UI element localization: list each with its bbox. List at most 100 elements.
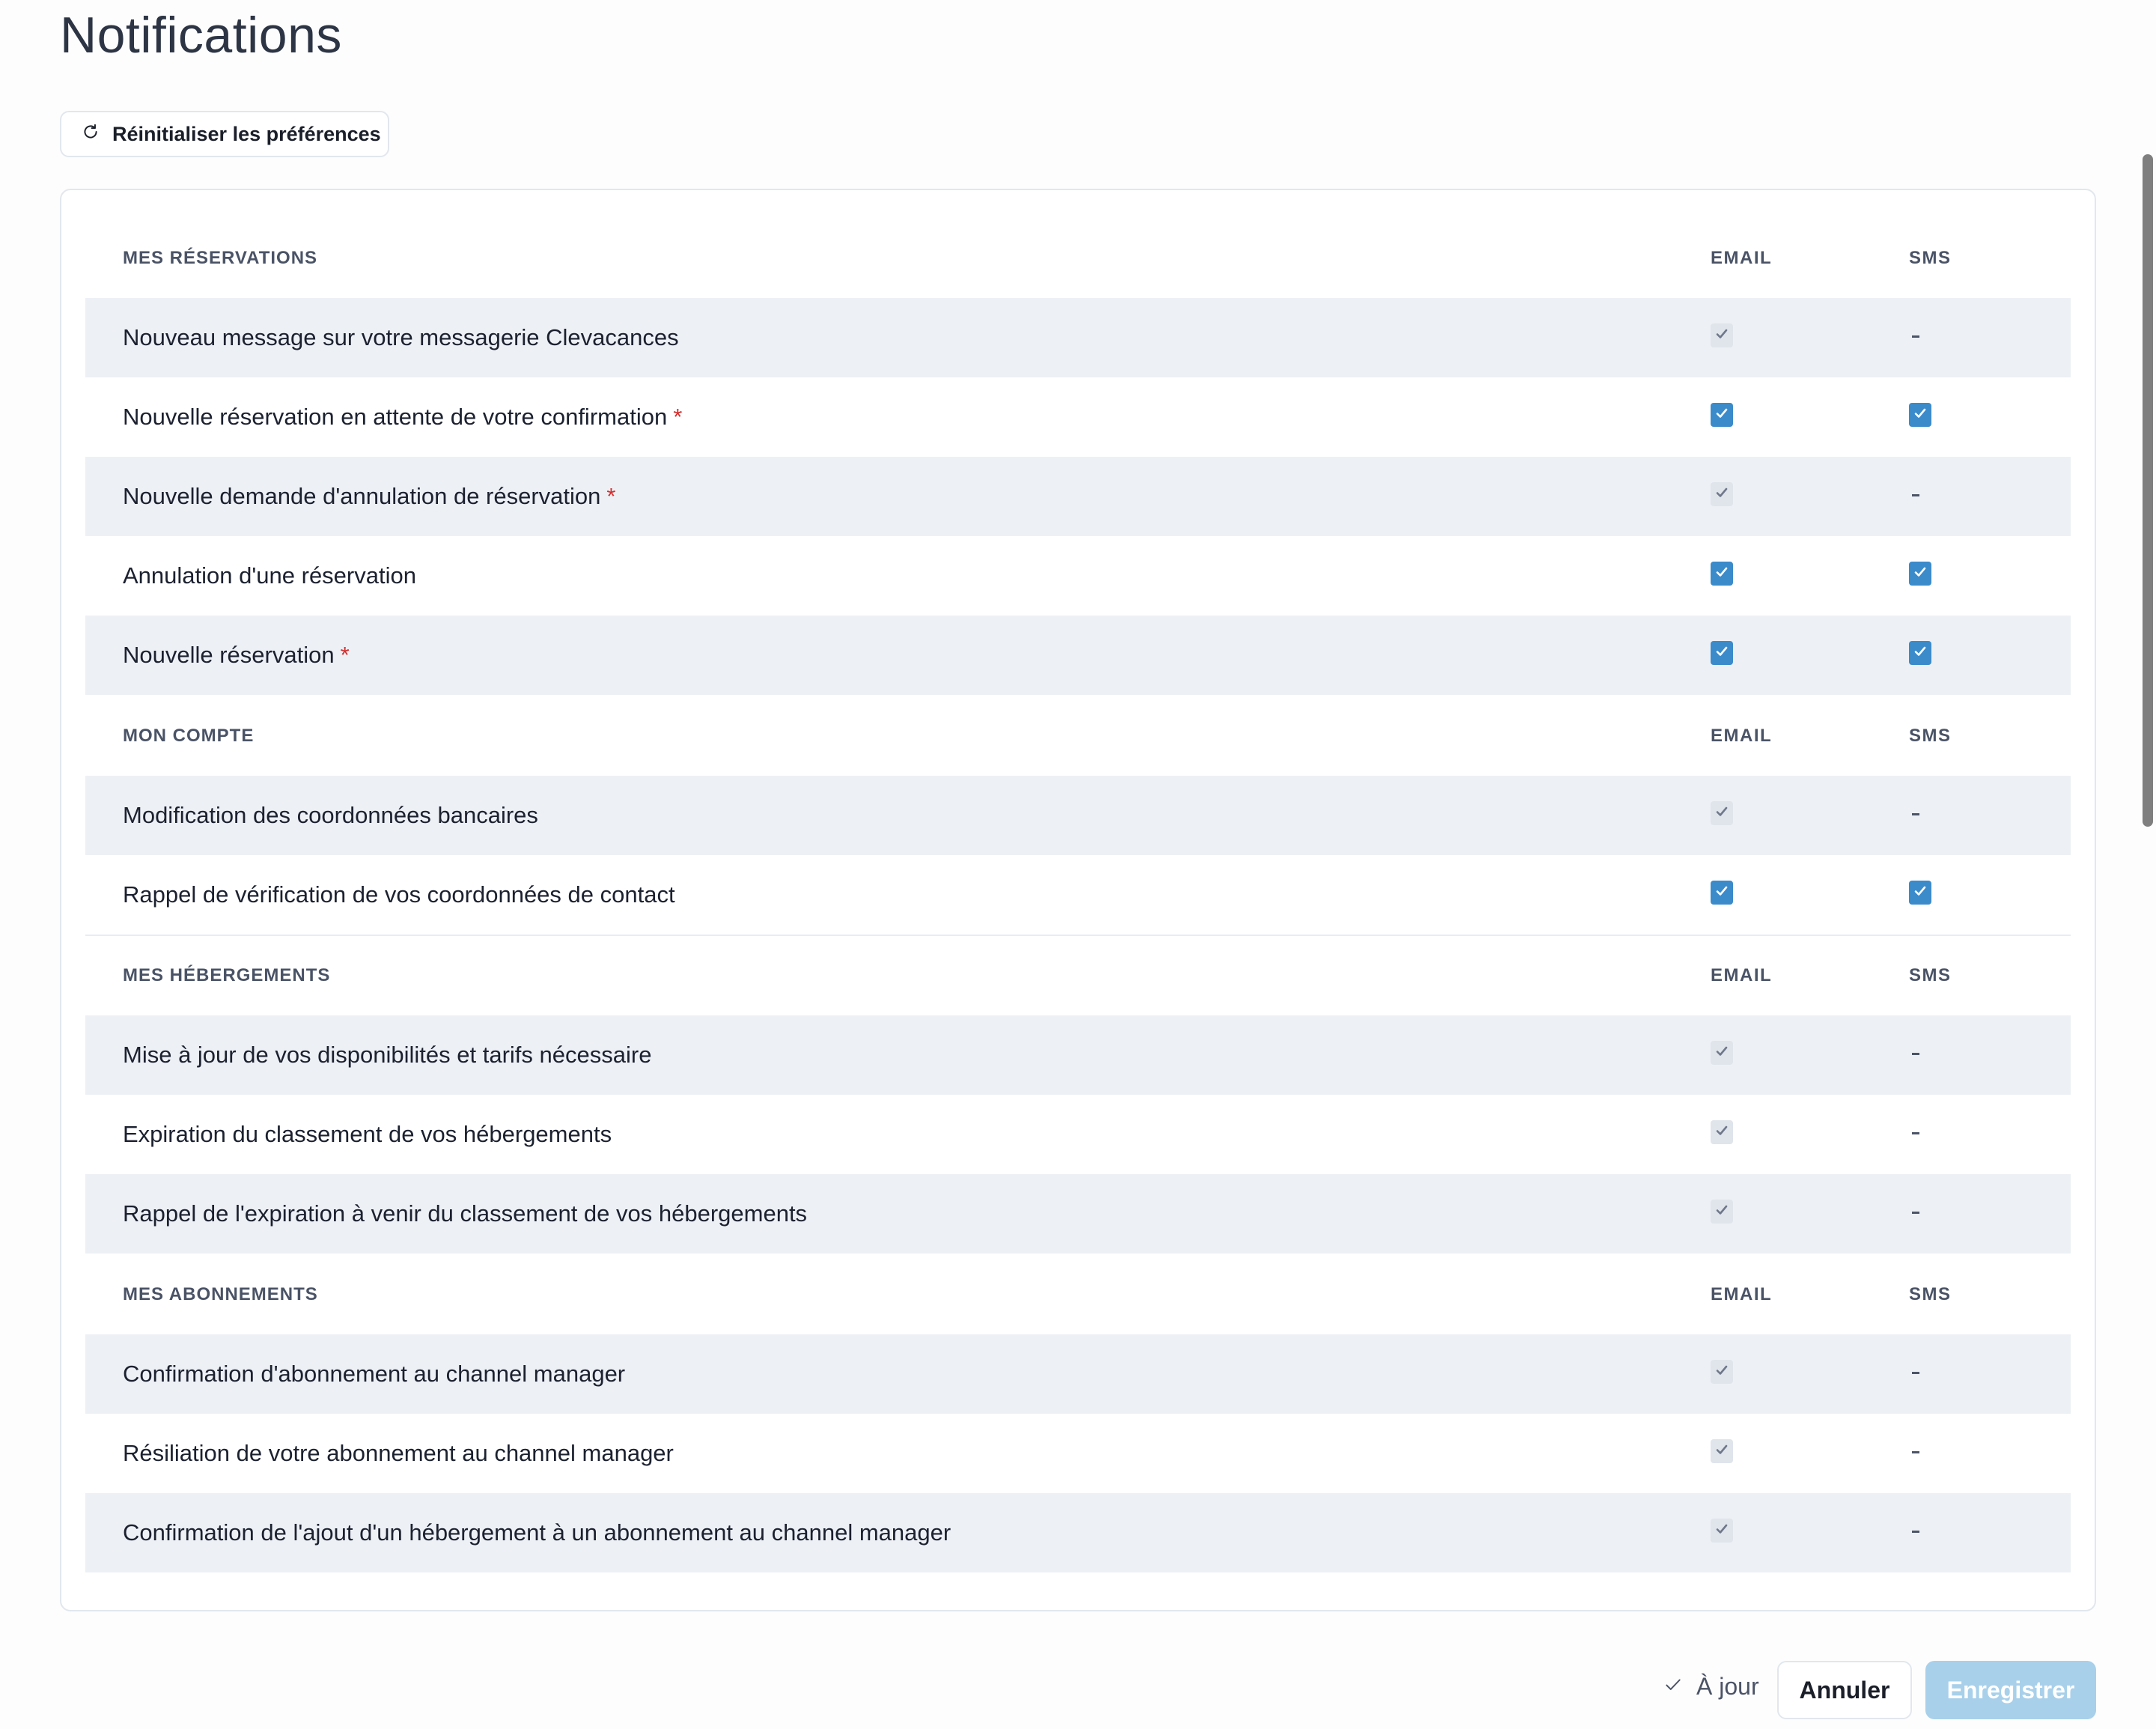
checkmark-icon: [1714, 565, 1729, 583]
email-checkbox[interactable]: [1711, 881, 1733, 905]
section-header: MES ABONNEMENTS EMAIL SMS: [61, 1255, 2095, 1334]
sms-unavailable: [1912, 335, 1919, 338]
notification-label-text: Rappel de l'expiration à venir du classe…: [123, 1200, 808, 1227]
required-marker: *: [340, 642, 350, 668]
section-header: MON COMPTE EMAIL SMS: [61, 696, 2095, 776]
email-checkbox-disabled: [1711, 1439, 1733, 1463]
page-title: Notifications: [60, 7, 342, 64]
cancel-button[interactable]: Annuler: [1777, 1661, 1912, 1719]
column-header-email: EMAIL: [1711, 248, 1773, 268]
notification-label-text: Confirmation de l'ajout d'un hébergement…: [123, 1519, 951, 1546]
checkmark-icon: [1714, 1363, 1729, 1382]
email-checkbox-disabled: [1711, 323, 1733, 347]
column-header-email: EMAIL: [1711, 965, 1773, 985]
checkmark-icon: [1714, 326, 1729, 345]
checkmark-icon: [1714, 1044, 1729, 1063]
notification-label: Annulation d'une réservation: [123, 562, 416, 589]
email-checkbox-disabled: [1711, 482, 1733, 506]
notification-label: Rappel de l'expiration à venir du classe…: [123, 1200, 807, 1227]
checkmark-icon: [1714, 485, 1729, 504]
checkmark-icon: [1913, 644, 1928, 663]
sms-unavailable: [1912, 1451, 1919, 1453]
table-row: Confirmation d'abonnement au channel man…: [85, 1334, 2071, 1414]
email-checkbox[interactable]: [1711, 562, 1733, 586]
sms-checkbox[interactable]: [1909, 641, 1931, 665]
notification-label-text: Nouveau message sur votre messagerie Cle…: [123, 324, 679, 350]
section-header: MES HÉBERGEMENTS EMAIL SMS: [61, 936, 2095, 1015]
notification-label-text: Nouvelle réservation en attente de votre…: [123, 404, 668, 430]
required-marker: *: [606, 483, 616, 509]
checkmark-icon: [1714, 406, 1729, 425]
sms-unavailable: [1912, 1531, 1919, 1533]
notification-label-text: Résiliation de votre abonnement au chann…: [123, 1440, 674, 1466]
check-icon: [1663, 1673, 1683, 1701]
email-checkbox-disabled: [1711, 1120, 1733, 1144]
required-marker: *: [673, 404, 683, 430]
table-row: Expiration du classement de vos hébergem…: [85, 1095, 2071, 1174]
sms-checkbox[interactable]: [1909, 403, 1931, 427]
email-checkbox-disabled: [1711, 1519, 1733, 1543]
section-header: MES RÉSERVATIONS EMAIL SMS: [61, 219, 2095, 298]
checkmark-icon: [1714, 1522, 1729, 1540]
refresh-icon: [81, 122, 100, 147]
reset-preferences-button[interactable]: Réinitialiser les préférences: [60, 111, 389, 157]
vertical-scrollbar[interactable]: [2143, 154, 2153, 827]
notification-label: Nouvelle réservation en attente de votre…: [123, 404, 682, 431]
notification-label: Mise à jour de vos disponibilités et tar…: [123, 1042, 651, 1069]
sms-checkbox[interactable]: [1909, 562, 1931, 586]
email-checkbox-disabled: [1711, 1200, 1733, 1224]
checkmark-icon: [1913, 884, 1928, 902]
notification-label: Rappel de vérification de vos coordonnée…: [123, 881, 675, 908]
notification-label: Modification des coordonnées bancaires: [123, 802, 538, 829]
checkmark-icon: [1714, 804, 1729, 823]
column-header-email: EMAIL: [1711, 1284, 1773, 1304]
column-header-email: EMAIL: [1711, 726, 1773, 746]
notification-preferences-card: MES RÉSERVATIONS EMAIL SMS Nouveau message …: [60, 189, 2096, 1611]
notification-label: Résiliation de votre abonnement au chann…: [123, 1440, 674, 1467]
sms-unavailable: [1912, 1053, 1919, 1055]
save-button[interactable]: Enregistrer: [1925, 1661, 2096, 1719]
email-checkbox-disabled: [1711, 1041, 1733, 1065]
section-3: MES ABONNEMENTS EMAIL SMS Confirmation d'ab…: [61, 1255, 2095, 1572]
notification-label: Nouveau message sur votre messagerie Cle…: [123, 324, 679, 351]
notification-label: Confirmation d'abonnement au channel man…: [123, 1361, 625, 1388]
checkmark-icon: [1913, 565, 1928, 583]
notification-label: Expiration du classement de vos hébergem…: [123, 1121, 612, 1148]
notification-label: Nouvelle demande d'annulation de réserva…: [123, 483, 615, 510]
table-row: Modification des coordonnées bancaires: [85, 776, 2071, 855]
checkmark-icon: [1714, 644, 1729, 663]
section-1: MON COMPTE EMAIL SMS Modification des coord…: [61, 696, 2095, 935]
table-row: Nouvelle demande d'annulation de réserva…: [85, 457, 2071, 536]
notification-label-text: Rappel de vérification de vos coordonnée…: [123, 881, 675, 908]
section-0: MES RÉSERVATIONS EMAIL SMS Nouveau message …: [61, 219, 2095, 695]
column-header-sms: SMS: [1909, 1284, 1952, 1304]
notification-label-text: Nouvelle demande d'annulation de réserva…: [123, 483, 601, 509]
sms-checkbox[interactable]: [1909, 881, 1931, 905]
table-row: Rappel de vérification de vos coordonnée…: [85, 855, 2071, 935]
notification-label: Nouvelle réservation *: [123, 642, 350, 669]
checkmark-icon: [1714, 884, 1729, 902]
section-title: MON COMPTE: [123, 726, 255, 746]
email-checkbox-disabled: [1711, 1360, 1733, 1384]
table-row: Nouvelle réservation en attente de votre…: [85, 377, 2071, 457]
sms-unavailable: [1912, 1132, 1919, 1134]
column-header-sms: SMS: [1909, 726, 1952, 746]
column-header-sms: SMS: [1909, 965, 1952, 985]
sms-unavailable: [1912, 1372, 1919, 1374]
notification-label-text: Nouvelle réservation: [123, 642, 335, 668]
sms-unavailable: [1912, 1212, 1919, 1214]
save-status: À jour: [1663, 1673, 1759, 1701]
reset-preferences-label: Réinitialiser les préférences: [112, 122, 381, 145]
email-checkbox[interactable]: [1711, 403, 1733, 427]
table-row: Résiliation de votre abonnement au chann…: [85, 1414, 2071, 1493]
email-checkbox[interactable]: [1711, 641, 1733, 665]
checkmark-icon: [1714, 1123, 1729, 1142]
section-title: MES ABONNEMENTS: [123, 1284, 318, 1304]
sms-unavailable: [1912, 494, 1919, 496]
table-row: Confirmation de l'ajout d'un hébergement…: [85, 1493, 2071, 1572]
save-status-label: À jour: [1696, 1673, 1759, 1700]
checkmark-icon: [1913, 406, 1928, 425]
notification-label-text: Expiration du classement de vos hébergem…: [123, 1121, 612, 1147]
notification-label: Confirmation de l'ajout d'un hébergement…: [123, 1519, 951, 1546]
section-title: MES HÉBERGEMENTS: [123, 965, 331, 985]
